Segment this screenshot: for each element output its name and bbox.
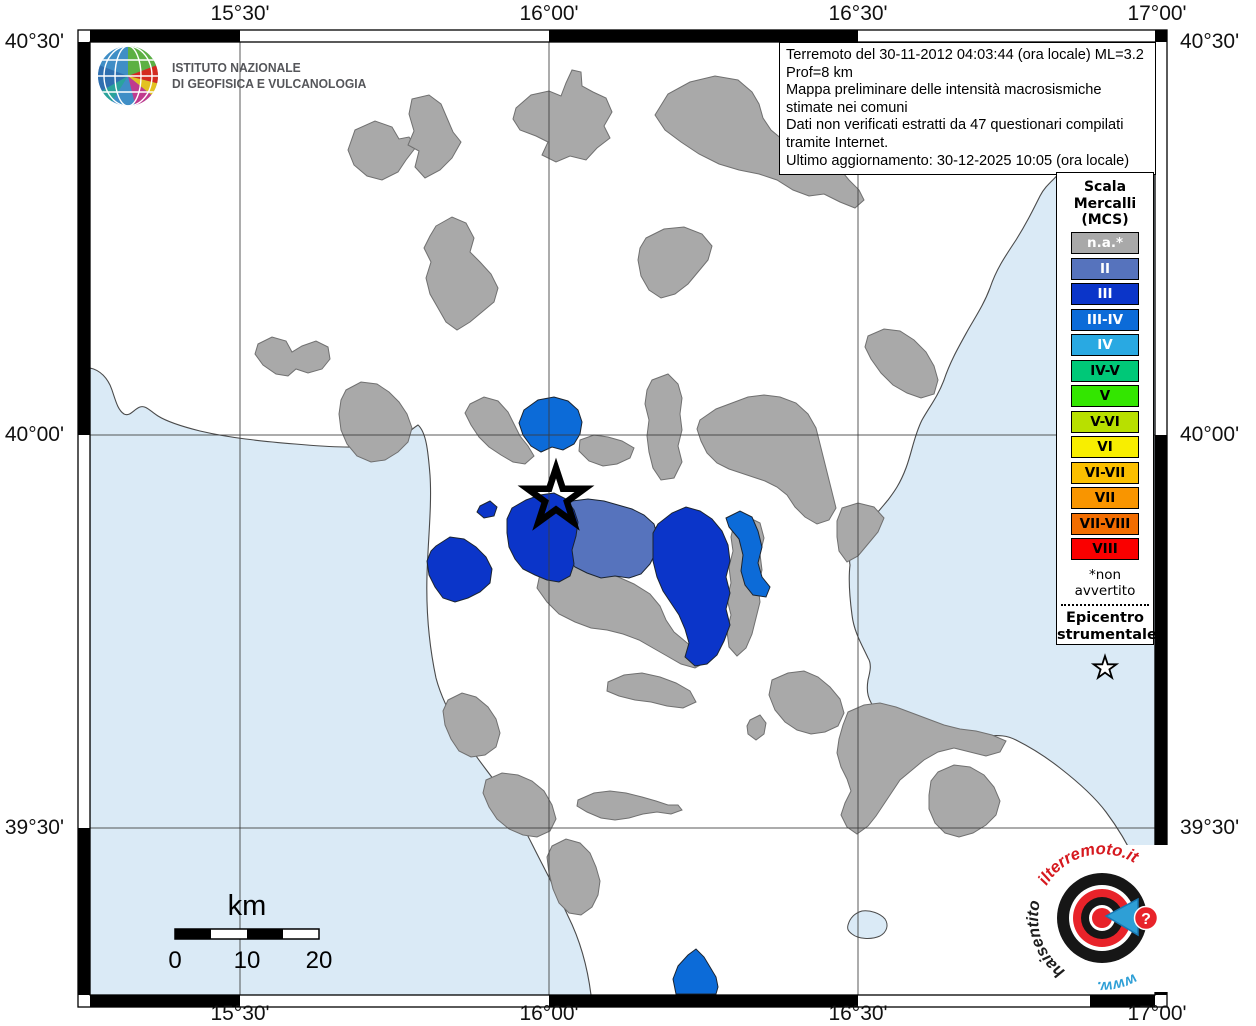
legend-swatch-III: III <box>1071 283 1139 305</box>
municipality-na <box>423 216 499 331</box>
info-line-update: Ultimo aggiornamento: 30-12-2025 10:05 (… <box>786 152 1130 169</box>
axis-label-top: 16°30' <box>828 2 888 25</box>
axis-label-bottom: 17°00' <box>1127 1002 1187 1025</box>
municipality-na <box>928 764 1001 838</box>
municipality-na <box>512 69 613 163</box>
axis-label-left: 40°00' <box>4 423 64 446</box>
legend-title-line: Scala <box>1083 179 1127 195</box>
legend-swatch-VIII: VIII <box>1071 538 1139 560</box>
axis-label-top: 16°00' <box>519 2 579 25</box>
info-line-data: Dati non verificati estratti da 47 quest… <box>786 117 1124 151</box>
legend-swatch-II: II <box>1071 257 1139 280</box>
ingv-name-line2: DI GEOFISICA E VULCANOLOGIA <box>172 76 367 91</box>
municipality-na <box>578 434 635 467</box>
ingv-logo: ISTITUTO NAZIONALE DI GEOFISICA E VULCAN… <box>96 44 381 108</box>
legend-swatch-VI: VI <box>1071 436 1139 458</box>
info-line-map: Mappa preliminare delle intensità macros… <box>786 82 1102 116</box>
legend-epicenter-label: Epicentro <box>1065 610 1145 626</box>
axis-label-bottom: 16°00' <box>519 1002 579 1025</box>
axis-label-bottom: 16°30' <box>828 1002 888 1025</box>
municipality-iii-iv <box>518 396 583 453</box>
municipality-na <box>637 226 713 299</box>
municipality-na <box>606 672 697 709</box>
municipality-na <box>696 394 837 525</box>
municipality-na <box>864 328 939 399</box>
legend-divider <box>1061 604 1149 606</box>
axis-label-bottom: 15°30' <box>210 1002 270 1025</box>
legend-epicenter-star-icon <box>1090 653 1120 681</box>
legend-swatch-VI-VII: VI-VII <box>1071 461 1139 484</box>
municipality-iii <box>426 536 493 603</box>
scale-bar-unit: km <box>228 890 267 922</box>
municipality-iii <box>476 500 498 519</box>
axis-label-left: 40°30' <box>4 30 64 53</box>
scale-tick: 0 <box>168 947 181 974</box>
scale-tick: 20 <box>306 947 333 974</box>
legend-title-line: Mercalli <box>1073 195 1137 212</box>
municipality-na <box>746 714 767 741</box>
legend-footnote: *non avvertito <box>1074 567 1136 599</box>
municipality-iii-iv <box>672 948 719 995</box>
hsit-question-mark: ? <box>1141 911 1151 928</box>
axis-label-right: 39°30' <box>1180 816 1240 839</box>
axis-label-top: 17°00' <box>1127 2 1187 25</box>
legend-epicenter-label: strumentale <box>1057 627 1157 643</box>
legend-swatch-V-VI: V-VI <box>1071 410 1139 433</box>
legend-swatch-n.a.*: n.a.* <box>1071 232 1139 254</box>
axis-label-right: 40°30' <box>1180 30 1240 53</box>
ingv-name-line1: ISTITUTO NAZIONALE <box>172 60 301 75</box>
municipality-na <box>347 120 417 181</box>
event-info-box: Terremoto del 30-11-2012 04:03:44 (ora l… <box>779 42 1156 176</box>
scale-tick: 10 <box>234 947 261 974</box>
lake <box>847 910 888 939</box>
axis-label-right: 40°00' <box>1180 423 1240 446</box>
legend-swatch-VII-VIII: VII-VIII <box>1071 512 1139 535</box>
axis-label-top: 15°30' <box>210 2 270 25</box>
legend-swatch-V: V <box>1071 385 1139 407</box>
axis-label-left: 39°30' <box>4 816 64 839</box>
ingv-shakemap-page: { "info_box": { "lines": [ "Terremoto de… <box>0 0 1256 1025</box>
ingv-globe-icon <box>98 46 158 106</box>
legend-swatch-III-IV: III-IV <box>1071 308 1139 331</box>
intensity-legend: Scala Mercalli (MCS) n.a.* II III III-IV IV I… <box>1056 172 1157 681</box>
legend-swatch-VII: VII <box>1071 487 1139 509</box>
municipality-na <box>576 790 683 821</box>
legend-swatch-IV-V: IV-V <box>1071 359 1139 382</box>
municipality-na <box>254 336 331 377</box>
legend-title-line: (MCS) <box>1081 212 1129 228</box>
legend-swatch-IV: IV <box>1071 334 1139 356</box>
municipality-na <box>644 373 683 481</box>
hsit-logo: ? haisentito ilterremoto.it www. <box>1024 840 1170 995</box>
municipality-na <box>768 670 845 735</box>
legend-items: n.a.* II III III-IV IV IV-V V V-VI VI VI-VII VII VI… <box>1057 232 1153 560</box>
municipality-na <box>407 94 462 179</box>
info-line-event: Terremoto del 30-11-2012 04:03:44 (ora l… <box>786 47 1144 81</box>
